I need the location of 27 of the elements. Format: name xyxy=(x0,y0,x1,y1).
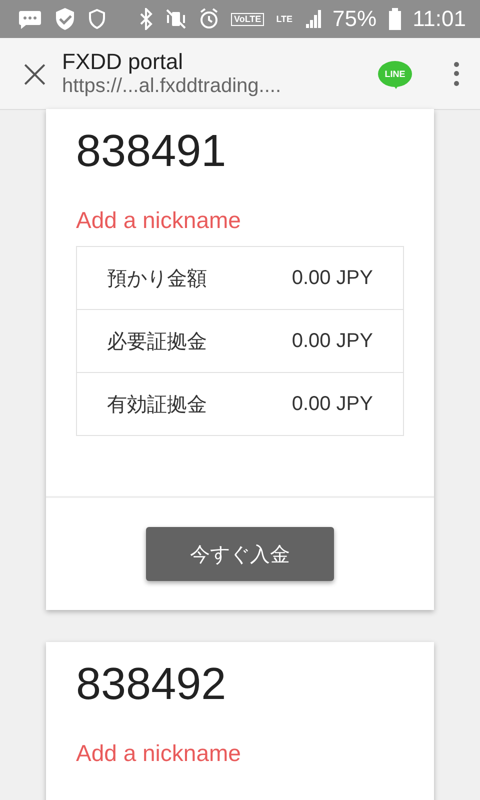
bluetooth-icon xyxy=(139,8,154,30)
network-type: LTE xyxy=(276,14,293,24)
message-icon xyxy=(18,9,42,29)
page-title: FXDD portal xyxy=(62,49,184,75)
balance-value: 0.00 JPY xyxy=(252,246,404,310)
deposit-button[interactable]: 今すぐ入金 xyxy=(146,527,334,581)
balance-label: 預かり金額 xyxy=(76,246,253,310)
balance-value: 0.00 JPY xyxy=(252,310,404,372)
shield-icon xyxy=(88,9,106,29)
close-button[interactable]: × xyxy=(18,54,50,94)
more-menu-icon[interactable] xyxy=(452,62,460,86)
balance-label: 必要証拠金 xyxy=(76,310,253,372)
signal-icon xyxy=(304,9,321,29)
alarm-icon xyxy=(199,8,220,30)
account-number: 838492 xyxy=(76,657,228,711)
account-number: 838491 xyxy=(76,124,228,178)
clock-time: 11:01 xyxy=(412,6,466,32)
add-nickname-link[interactable]: Add a nickname xyxy=(76,740,241,767)
balance-value: 0.00 JPY xyxy=(252,372,404,436)
vibrate-mute-icon xyxy=(165,8,188,30)
page-url: https://...al.fxddtrading.... xyxy=(62,75,282,98)
battery-percent: 75% xyxy=(332,6,377,32)
shield-check-icon xyxy=(54,7,76,31)
balance-label: 有効証拠金 xyxy=(76,372,253,436)
add-nickname-link[interactable]: Add a nickname xyxy=(76,207,241,234)
volte-indicator: VoLTE xyxy=(231,12,264,26)
battery-icon xyxy=(388,8,401,30)
